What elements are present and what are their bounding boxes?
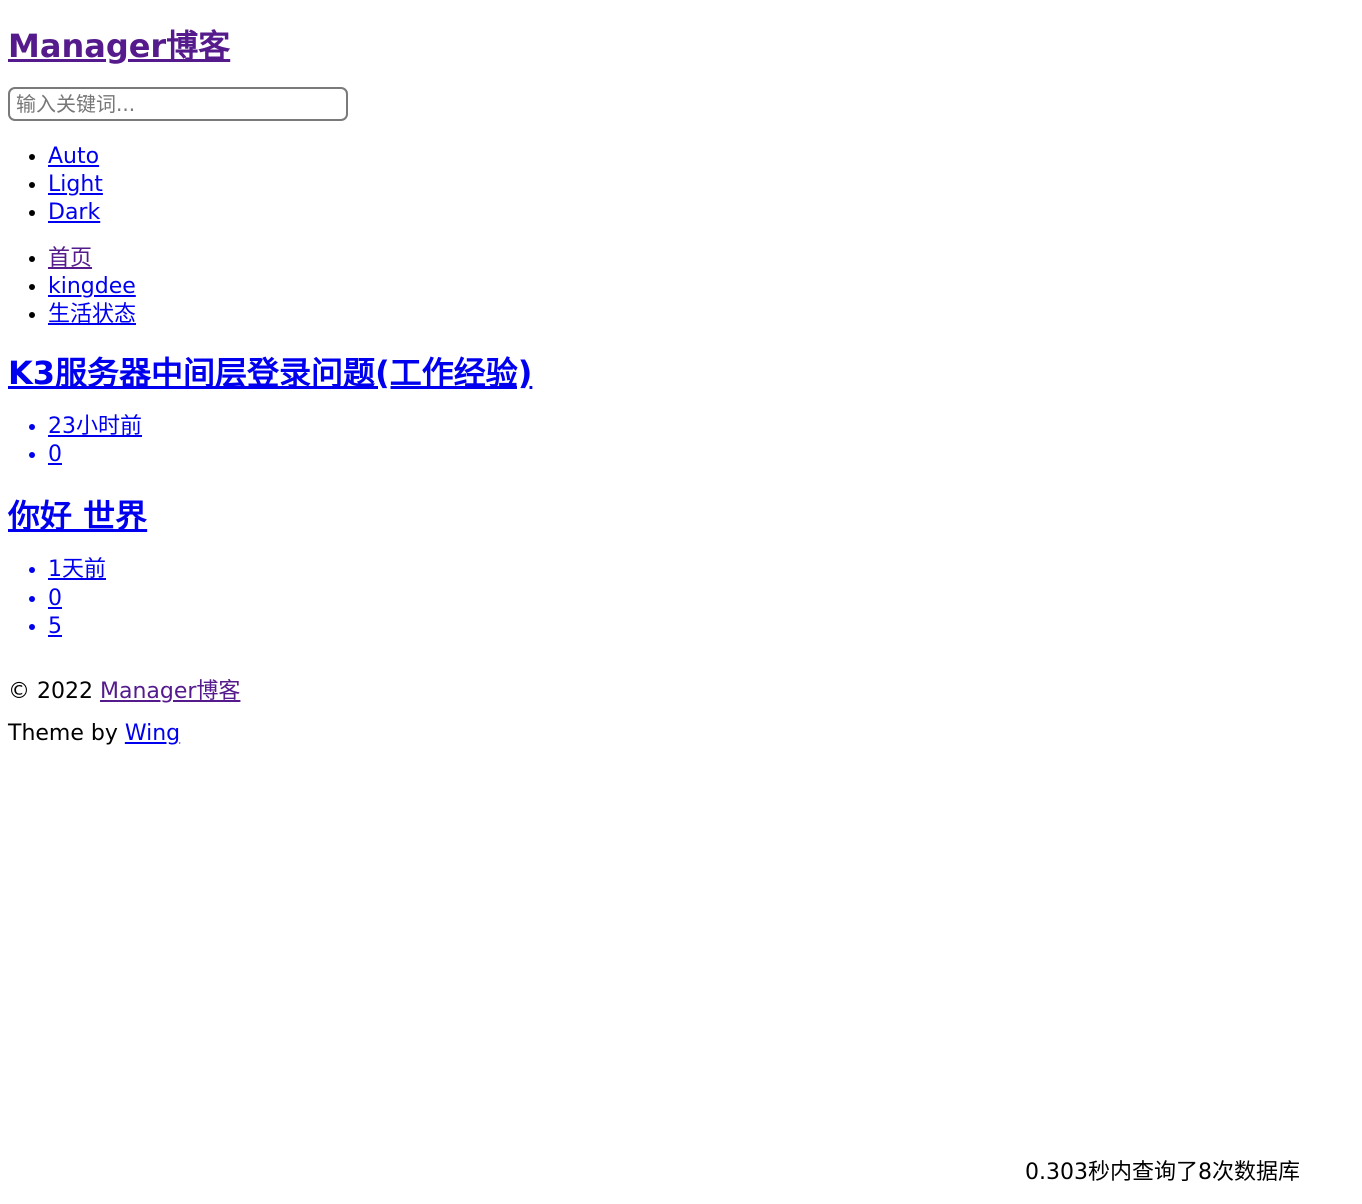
footer-copyright-text: © 2022 [8, 678, 100, 704]
list-item: 首页 [48, 245, 1354, 273]
list-item: Light [48, 171, 1354, 199]
footer-theme-line: Theme by Wing [8, 713, 1354, 755]
list-item: 0 [48, 441, 1354, 469]
article-views-link[interactable]: 5 [48, 614, 62, 639]
list-item: 生活状态 [48, 301, 1354, 329]
query-stats: 0.303秒内查询了8次数据库 [1025, 1160, 1300, 1185]
footer-site-link[interactable]: Manager博客 [100, 679, 240, 704]
article-entry: K3服务器中间层登录问题(工作经验) 23小时前 0 [8, 354, 1354, 470]
article-entry: 你好 世界 1天前 0 5 [8, 497, 1354, 641]
nav-item-kingdee[interactable]: kingdee [48, 274, 136, 299]
page-root: Manager博客 Auto Light Dark 首页 kingdee 生活状… [0, 0, 1362, 1185]
site-title-link[interactable]: Manager博客 [8, 27, 230, 65]
article-comments-link[interactable]: 0 [48, 442, 62, 467]
list-item: Auto [48, 143, 1354, 171]
list-item: 0 [48, 585, 1354, 613]
theme-switcher-list: Auto Light Dark [8, 143, 1354, 227]
nav-item-life-status[interactable]: 生活状态 [48, 302, 136, 327]
theme-option-dark[interactable]: Dark [48, 200, 100, 225]
footer-theme-text: Theme by [8, 720, 125, 746]
list-item: 5 [48, 613, 1354, 641]
main-nav-list: 首页 kingdee 生活状态 [8, 245, 1354, 329]
list-item: 1天前 [48, 556, 1354, 584]
footer-theme-author-link[interactable]: Wing [125, 721, 180, 746]
article-title: K3服务器中间层登录问题(工作经验) [8, 354, 1354, 392]
theme-option-auto[interactable]: Auto [48, 144, 99, 169]
theme-option-light[interactable]: Light [48, 172, 103, 197]
article-meta-list: 23小时前 0 [8, 413, 1354, 469]
article-title-link[interactable]: K3服务器中间层登录问题(工作经验) [8, 354, 532, 392]
article-meta-list: 1天前 0 5 [8, 556, 1354, 640]
article-title: 你好 世界 [8, 497, 1354, 535]
site-title: Manager博客 [8, 29, 1354, 65]
list-item: Dark [48, 199, 1354, 227]
article-date-link[interactable]: 1天前 [48, 557, 106, 582]
article-comments-link[interactable]: 0 [48, 586, 62, 611]
list-item: 23小时前 [48, 413, 1354, 441]
search-input[interactable] [8, 86, 348, 121]
article-date-link[interactable]: 23小时前 [48, 414, 142, 439]
site-footer: © 2022 Manager博客 Theme by Wing [8, 671, 1354, 755]
footer-copyright-line: © 2022 Manager博客 [8, 671, 1354, 713]
list-item: kingdee [48, 273, 1354, 301]
search-form [8, 86, 1354, 121]
nav-item-home[interactable]: 首页 [48, 246, 92, 271]
article-title-link[interactable]: 你好 世界 [8, 497, 147, 535]
